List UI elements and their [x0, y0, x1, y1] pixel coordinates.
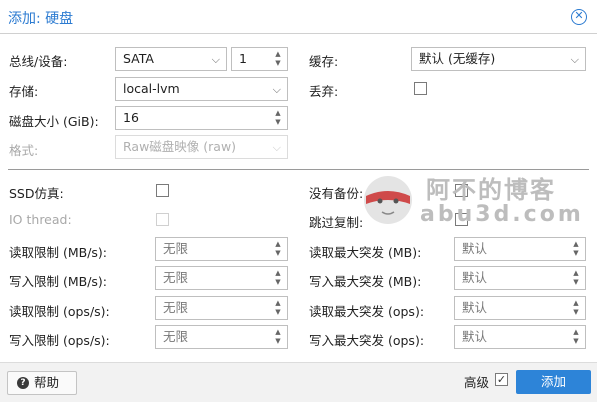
watermark-url: abu3d.com	[420, 202, 584, 227]
close-icon[interactable]: ✕	[571, 9, 587, 25]
write-limit-ops-placeholder: 无限	[163, 329, 189, 344]
storage-label: 存储:	[9, 84, 39, 99]
help-icon: ?	[17, 377, 29, 389]
chevron-down-icon: ⌵	[211, 53, 220, 66]
write-limit-mb-placeholder: 无限	[163, 270, 189, 285]
read-burst-ops-placeholder: 默认	[462, 300, 488, 315]
dialog-titlebar: 添加: 硬盘 ✕	[0, 0, 597, 34]
ssd-emulation-label: SSD仿真:	[9, 186, 64, 201]
bus-select[interactable]: SATA ⌵	[115, 47, 227, 71]
section-divider	[8, 169, 589, 170]
read-limit-mb-label: 读取限制 (MB/s):	[9, 245, 108, 260]
dialog-title: 添加: 硬盘	[8, 11, 74, 27]
add-button-label: 添加	[540, 374, 566, 389]
disk-size-stepper[interactable]: 16 ▲ ▼	[115, 106, 288, 130]
help-button[interactable]: ? 帮助	[7, 371, 77, 395]
no-backup-checkbox[interactable]	[455, 184, 468, 197]
iothread-checkbox	[156, 213, 169, 226]
write-limit-mb-input[interactable]: 无限 ▲ ▼	[155, 266, 288, 290]
storage-select[interactable]: local-lvm ⌵	[115, 77, 288, 101]
chevron-down-icon: ⌵	[272, 141, 281, 154]
spinner-icon[interactable]: ▲ ▼	[571, 240, 581, 258]
cache-select-value: 默认 (无缓存)	[419, 51, 496, 66]
spinner-icon[interactable]: ▲ ▼	[273, 269, 283, 287]
spinner-icon[interactable]: ▲ ▼	[571, 328, 581, 346]
write-burst-mb-placeholder: 默认	[462, 270, 488, 285]
read-burst-ops-input[interactable]: 默认 ▲ ▼	[454, 296, 586, 320]
spinner-icon[interactable]: ▲ ▼	[273, 50, 283, 68]
cache-select[interactable]: 默认 (无缓存) ⌵	[411, 47, 586, 71]
add-disk-dialog: 添加: 硬盘 ✕ 总线/设备: SATA ⌵ 1 ▲ ▼ 存储: local-lv…	[0, 0, 597, 402]
write-limit-mb-label: 写入限制 (MB/s):	[9, 274, 108, 289]
device-number-stepper[interactable]: 1 ▲ ▼	[231, 47, 288, 71]
bus-select-value: SATA	[123, 51, 154, 66]
iothread-label: IO thread:	[9, 212, 72, 227]
discard-checkbox[interactable]	[414, 82, 427, 95]
spinner-icon[interactable]: ▲ ▼	[273, 240, 283, 258]
spinner-icon[interactable]: ▲ ▼	[273, 299, 283, 317]
bus-device-label: 总线/设备:	[9, 54, 68, 69]
write-burst-mb-label: 写入最大突发 (MB):	[309, 274, 422, 289]
ssd-emulation-checkbox[interactable]	[156, 184, 169, 197]
chevron-down-icon: ⌵	[272, 83, 281, 96]
read-limit-ops-placeholder: 无限	[163, 300, 189, 315]
no-backup-label: 没有备份:	[309, 186, 364, 201]
disk-size-label: 磁盘大小 (GiB):	[9, 114, 99, 129]
write-burst-ops-placeholder: 默认	[462, 329, 488, 344]
read-burst-ops-label: 读取最大突发 (ops):	[309, 304, 425, 319]
write-burst-ops-input[interactable]: 默认 ▲ ▼	[454, 325, 586, 349]
format-select: Raw磁盘映像 (raw) ⌵	[115, 135, 288, 159]
read-burst-mb-input[interactable]: 默认 ▲ ▼	[454, 237, 586, 261]
advanced-label: 高级	[464, 375, 490, 390]
spinner-icon[interactable]: ▲ ▼	[571, 299, 581, 317]
format-select-value: Raw磁盘映像 (raw)	[123, 139, 237, 154]
spinner-icon[interactable]: ▲ ▼	[273, 328, 283, 346]
skip-replication-checkbox[interactable]	[455, 213, 468, 226]
read-limit-mb-input[interactable]: 无限 ▲ ▼	[155, 237, 288, 261]
discard-label: 丢弃:	[309, 84, 339, 99]
help-button-label: 帮助	[34, 375, 60, 390]
ninja-mascot-icon	[364, 176, 412, 224]
spinner-icon[interactable]: ▲ ▼	[571, 269, 581, 287]
chevron-down-icon: ⌵	[570, 53, 579, 66]
read-burst-mb-placeholder: 默认	[462, 241, 488, 256]
read-limit-mb-placeholder: 无限	[163, 241, 189, 256]
skip-replication-label: 跳过复制:	[309, 215, 364, 230]
watermark-text: 阿不的博客	[426, 176, 556, 204]
cache-label: 缓存:	[309, 54, 339, 69]
storage-select-value: local-lvm	[123, 81, 180, 96]
format-label: 格式:	[9, 143, 39, 158]
write-burst-mb-input[interactable]: 默认 ▲ ▼	[454, 266, 586, 290]
device-number-value: 1	[239, 51, 247, 66]
watermark: 阿不的博客 abu3d.com	[348, 166, 596, 236]
write-limit-ops-input[interactable]: 无限 ▲ ▼	[155, 325, 288, 349]
disk-size-value: 16	[123, 110, 139, 125]
read-limit-ops-input[interactable]: 无限 ▲ ▼	[155, 296, 288, 320]
read-burst-mb-label: 读取最大突发 (MB):	[309, 245, 422, 260]
read-limit-ops-label: 读取限制 (ops/s):	[9, 304, 110, 319]
add-button[interactable]: 添加	[516, 370, 591, 394]
write-limit-ops-label: 写入限制 (ops/s):	[9, 333, 110, 348]
advanced-checkbox[interactable]: ✓	[495, 373, 508, 386]
write-burst-ops-label: 写入最大突发 (ops):	[309, 333, 425, 348]
spinner-icon[interactable]: ▲ ▼	[273, 109, 283, 127]
